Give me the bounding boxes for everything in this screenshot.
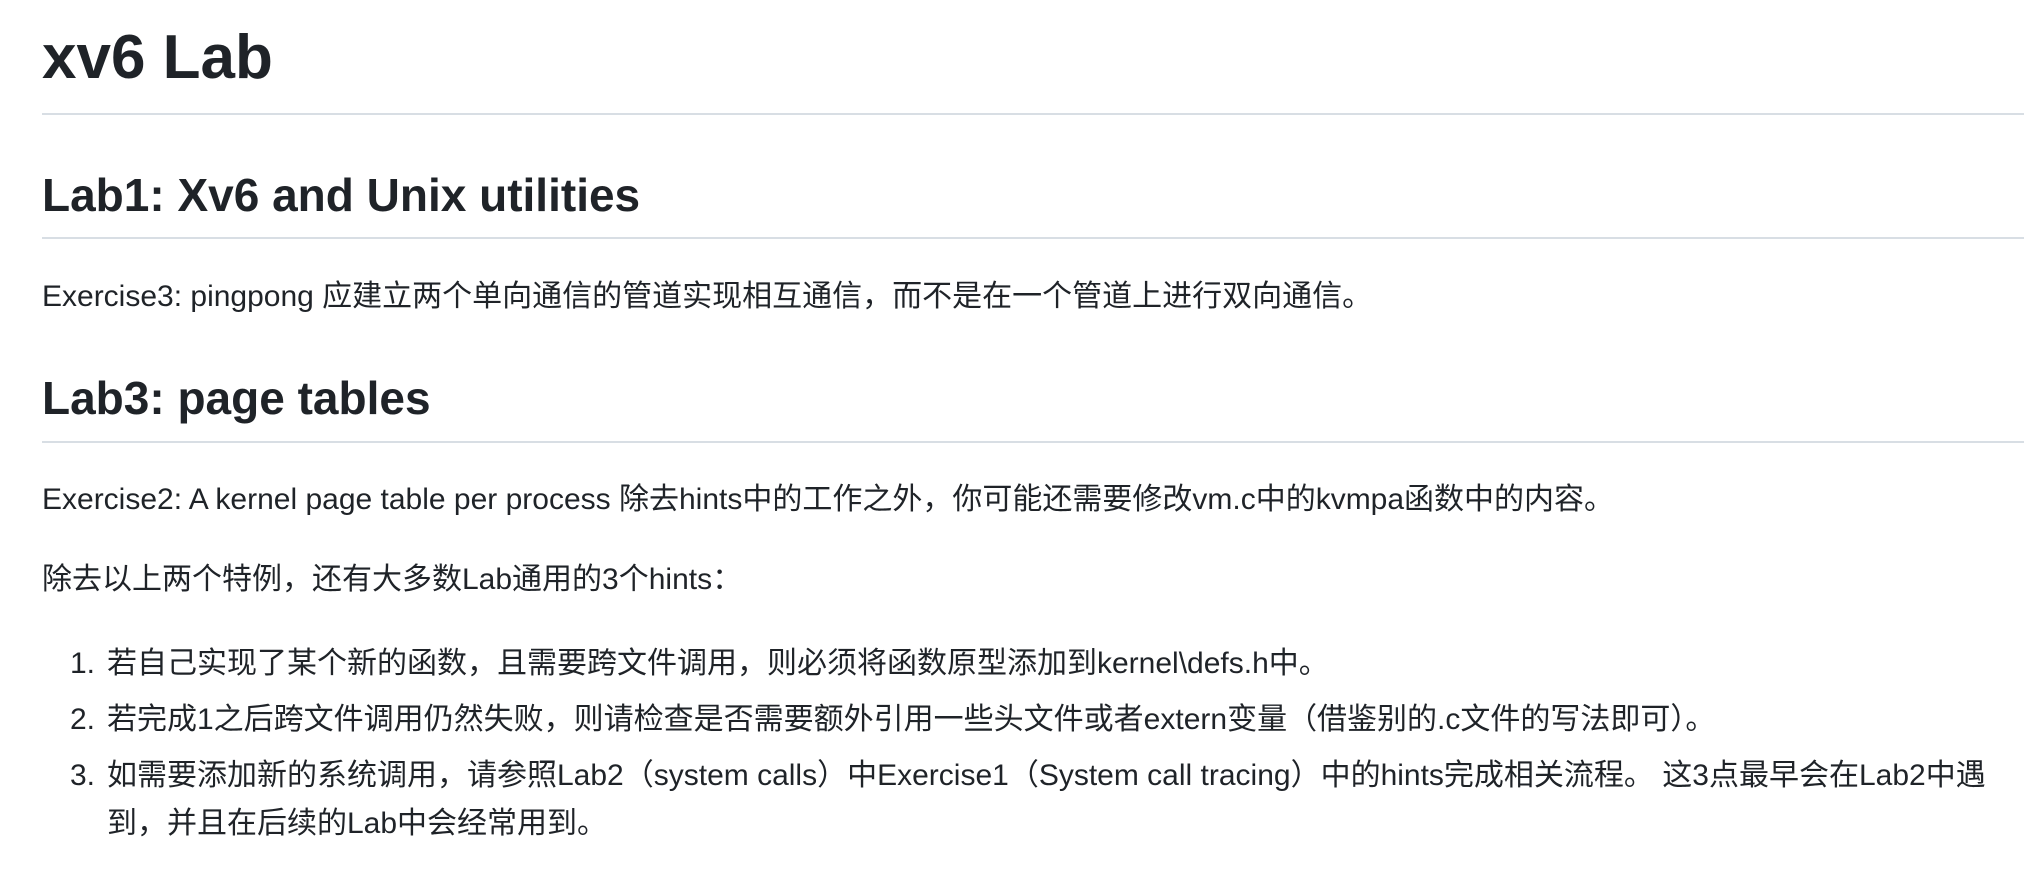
list-item-text: 如需要添加新的系统调用，请参照Lab2（system calls）中Exerci… [107,759,1986,840]
hints-list: 1. 若自己实现了某个新的函数，且需要跨文件调用，则必须将函数原型添加到kern… [42,640,2002,856]
page-title: xv6 Lab [42,23,273,92]
list-item: 3. 如需要添加新的系统调用，请参照Lab2（system calls）中Exe… [42,752,2002,848]
paragraph-lab3-exercise2: Exercise2: A kernel page table per proce… [42,483,1615,516]
paragraph-lab1-exercise3: Exercise3: pingpong 应建立两个单向通信的管道实现相互通信，而… [42,280,1373,313]
hints-intro: 除去以上两个特例，还有大多数Lab通用的3个hints： [42,563,743,596]
document-page: xv6 Lab Lab1: Xv6 and Unix utilities Exe… [0,0,2024,882]
list-number: 3. [70,759,96,792]
section-heading-lab1: Lab1: Xv6 and Unix utilities [42,169,641,221]
list-item-text: 若自己实现了某个新的函数，且需要跨文件调用，则必须将函数原型添加到kernel\… [107,647,1329,680]
section-heading-lab3: Lab3: page tables [42,372,431,424]
section-divider-lab1 [42,237,2024,239]
list-number: 2. [70,703,96,736]
list-item-text: 若完成1之后跨文件调用仍然失败，则请检查是否需要额外引用一些头文件或者exter… [107,703,1716,736]
title-divider [42,113,2024,115]
list-item: 2. 若完成1之后跨文件调用仍然失败，则请检查是否需要额外引用一些头文件或者ex… [42,696,2002,744]
list-number: 1. [70,647,96,680]
list-item: 1. 若自己实现了某个新的函数，且需要跨文件调用，则必须将函数原型添加到kern… [42,640,2002,688]
section-divider-lab3 [42,441,2024,443]
